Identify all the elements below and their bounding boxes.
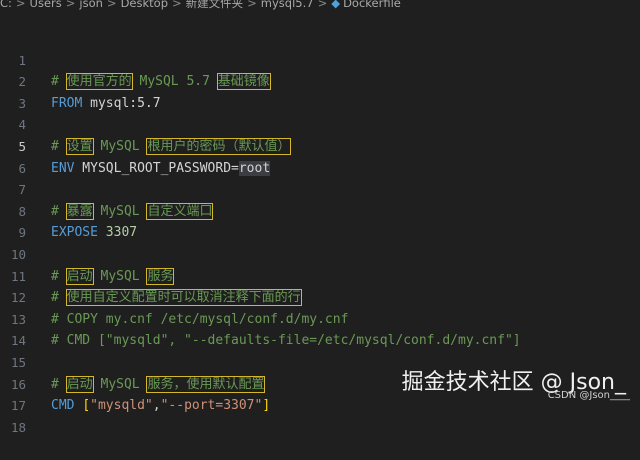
code-line[interactable]: 2 FROM mysql:5.7 — [0, 50, 640, 111]
code-line[interactable]: 6 — [0, 136, 640, 176]
code-line[interactable]: 14 — [0, 309, 640, 348]
code-line[interactable]: 7 # 暴露 MySQL 自定义端口 — [0, 158, 640, 220]
code-line[interactable]: 12 # COPY my.cnf /etc/mysql/conf.d/my.cn… — [0, 266, 640, 327]
breadcrumb-item[interactable]: C: — [0, 0, 12, 10]
breadcrumb-item[interactable]: 新建文件夹 — [186, 0, 244, 10]
breadcrumb-item[interactable]: mysql5.7 — [261, 0, 314, 10]
code-line[interactable]: 4 # 设置 MySQL 根用户的密码（默认值） — [0, 93, 640, 155]
code-line[interactable]: 3 — [0, 71, 640, 111]
breadcrumb-file[interactable]: Dockerfile — [343, 0, 401, 10]
chevron-right-icon: > — [106, 0, 117, 10]
breadcrumb-item[interactable]: json — [79, 0, 103, 10]
code-line-active[interactable]: 5 ENV MYSQL_ROOT_PASSWORD=root — [0, 114, 640, 176]
chevron-right-icon: > — [65, 0, 76, 10]
breadcrumb-item[interactable]: Users — [30, 0, 62, 10]
csdn-watermark: CSDN @Json____ — [547, 390, 630, 401]
code-line[interactable]: 1 # 使用官方的 MySQL 5.7 基础镜像 — [0, 28, 640, 91]
breadcrumb-item[interactable]: Desktop — [121, 0, 168, 10]
chevron-right-icon: > — [247, 0, 257, 10]
code-line[interactable]: 8 EXPOSE 3307 — [0, 179, 640, 241]
line-number: 18 — [10, 419, 26, 435]
code-line[interactable]: 10 # 启动 MySQL 服务 — [0, 222, 640, 285]
code-line[interactable]: 18 — [0, 395, 640, 435]
chevron-right-icon: > — [15, 0, 26, 10]
docker-icon: ◆ — [331, 0, 341, 10]
chevron-right-icon: > — [172, 0, 182, 10]
chevron-right-icon: > — [317, 0, 328, 10]
code-line[interactable]: 15 # 启动 MySQL 服务，使用默认配置 — [0, 330, 640, 393]
code-line[interactable]: 9 — [0, 201, 640, 240]
code-line[interactable]: 11 # 使用自定义配置时可以取消注释下面的行 — [0, 244, 640, 307]
code-line[interactable]: 13 # CMD ["mysqld", "--defaults-file=/et… — [0, 287, 640, 349]
breadcrumb: C: > Users > json > Desktop > 新建文件夹 > mysql5.7 > ◆ Do… — [0, 0, 640, 10]
code-editor[interactable]: 1 # 使用官方的 MySQL 5.7 基础镜像 2 FROM mysql:5.… — [0, 28, 640, 435]
